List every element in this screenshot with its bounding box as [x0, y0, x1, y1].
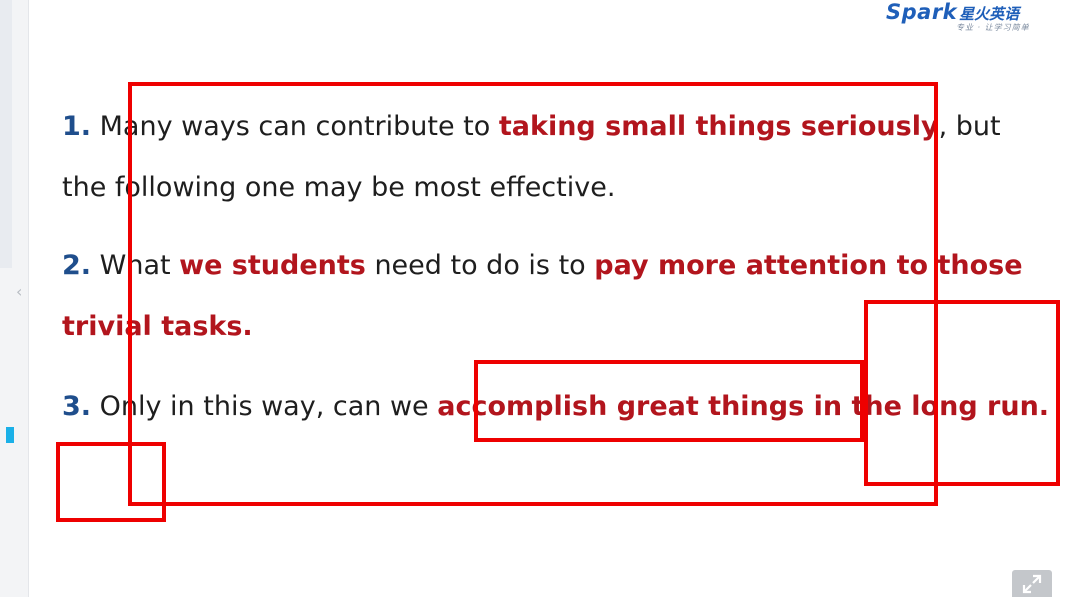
logo-wordmark: Spark 星火英语 — [886, 0, 1019, 24]
progress-marker — [6, 427, 14, 443]
expand-button[interactable] — [1012, 570, 1052, 597]
left-sidebar: ‹ — [0, 0, 29, 597]
expand-arrows-icon — [1022, 574, 1042, 594]
annotation-box-accomplish — [474, 360, 864, 442]
sidebar-shade — [0, 0, 12, 268]
annotation-box-run — [56, 442, 166, 522]
spark-logo: Spark 星火英语 专业 · 让学习简单 — [886, 0, 1076, 32]
chevron-left-icon[interactable]: ‹ — [16, 282, 26, 302]
sentence-number: 3. — [62, 391, 92, 422]
annotation-box-main — [128, 82, 938, 506]
logo-tagline: 专业 · 让学习简单 — [956, 23, 1030, 32]
slide-viewer: ‹ Spark 星火英语 专业 · 让学习简单 1. Many ways can … — [0, 0, 1080, 597]
sentence-number: 1. — [62, 111, 92, 142]
sentence-number: 2. — [62, 250, 92, 281]
logo-latin-text: Spark — [886, 0, 958, 24]
annotation-box-right — [864, 300, 1060, 486]
logo-cjk-text: 星火英语 — [959, 5, 1020, 23]
